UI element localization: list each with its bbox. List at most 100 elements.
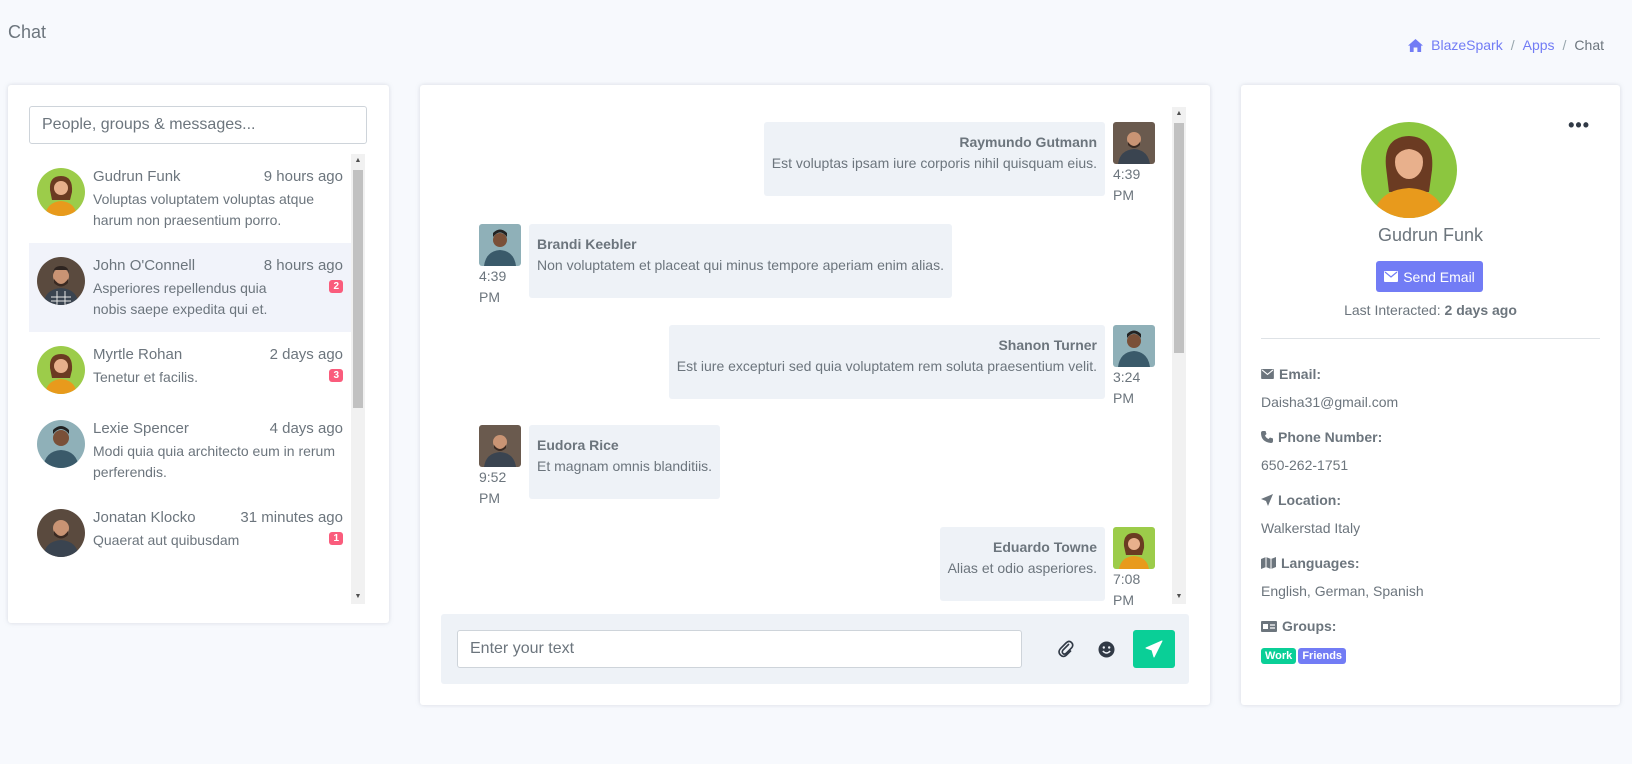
envelope-icon <box>1261 369 1274 379</box>
group-tag-friends[interactable]: Friends <box>1298 648 1347 664</box>
message-time: 9:52 <box>479 469 507 485</box>
contact-message: Modi quia quia architecto eum in rerum p… <box>93 443 336 480</box>
contact-item[interactable]: John O'Connell 8 hours ago Asperiores rep… <box>29 243 351 332</box>
send-icon <box>1145 640 1163 658</box>
contact-list-scrollbar[interactable]: ▲ ▼ <box>351 154 365 604</box>
languages-label: Languages: <box>1281 555 1360 571</box>
groups-tags: Work Friends <box>1261 646 1348 664</box>
contact-message: Tenetur et facilis. <box>93 369 199 385</box>
email-info: Email: Daisha31@gmail.com <box>1261 366 1398 410</box>
contact-name: John O'Connell <box>93 257 196 274</box>
contact-item[interactable]: Myrtle Rohan 2 days ago Tenetur et facili… <box>29 332 351 406</box>
message-author: Shanon Turner <box>998 337 1097 353</box>
conversation-panel: 4:39 PM Raymundo Gutmann Est voluptas ip… <box>420 85 1210 705</box>
scroll-up-arrow[interactable]: ▲ <box>351 154 365 168</box>
breadcrumb-current: Chat <box>1574 37 1604 53</box>
message-text: Et magnam omnis blanditiis. <box>537 458 713 474</box>
map-icon <box>1261 557 1276 569</box>
message-time: 7:08 <box>1113 571 1141 587</box>
contact-name: Gudrun Funk <box>93 168 181 185</box>
groups-info: Groups: Work Friends <box>1261 618 1348 664</box>
avatar <box>37 257 85 305</box>
contact-message: Quaerat aut quibusdam <box>93 532 240 548</box>
avatar <box>37 346 85 394</box>
message-bubble: Brandi Keebler Non voluptatem et placeat… <box>529 224 952 298</box>
message-item: 4:39 PM Raymundo Gutmann Est voluptas ip… <box>763 122 1155 206</box>
avatar <box>1113 325 1155 367</box>
send-button[interactable] <box>1133 630 1175 668</box>
contact-name: Jonatan Klocko <box>93 509 196 526</box>
phone-info: Phone Number: 650-262-1751 <box>1261 429 1382 473</box>
scroll-up-arrow[interactable]: ▲ <box>1172 107 1186 121</box>
message-ampm: PM <box>479 289 500 305</box>
scroll-thumb[interactable] <box>353 170 363 408</box>
home-icon <box>1408 38 1424 52</box>
phone-icon <box>1261 431 1273 443</box>
location-label: Location: <box>1278 492 1341 508</box>
contact-time: 9 hours ago <box>263 168 343 185</box>
avatar <box>37 509 85 557</box>
message-text: Est voluptas ipsam iure corporis nihil q… <box>771 155 1097 171</box>
message-text: Alias et odio asperiores. <box>947 560 1097 576</box>
send-email-button[interactable]: Send Email <box>1376 261 1483 292</box>
contact-message: Asperiores repellendus quia nobis saepe … <box>93 280 268 317</box>
unread-badge: 2 <box>329 280 343 293</box>
message-text: Non voluptatem et placeat qui minus temp… <box>537 257 944 273</box>
contact-time: 2 days ago <box>269 346 343 363</box>
languages-info: Languages: English, German, Spanish <box>1261 555 1424 599</box>
breadcrumb: BlazeSpark / Apps / Chat <box>1408 37 1604 53</box>
message-item: 7:08 PM Eduardo Towne Alias et odio aspe… <box>939 527 1155 611</box>
message-time: 3:24 <box>1113 369 1141 385</box>
message-ampm: PM <box>479 490 500 506</box>
message-author: Eduardo Towne <box>993 539 1097 555</box>
id-card-icon <box>1261 620 1277 632</box>
phone-value: 650-262-1751 <box>1261 457 1349 473</box>
group-tag-work[interactable]: Work <box>1261 648 1297 664</box>
message-item: 3:24 PM Shanon Turner Est iure excepturi… <box>668 325 1155 409</box>
contact-message: Voluptas voluptatem voluptas atque harum… <box>93 191 315 228</box>
scroll-down-arrow[interactable]: ▼ <box>351 590 365 604</box>
email-label: Email: <box>1279 366 1322 382</box>
profile-avatar <box>1361 122 1457 218</box>
message-input[interactable] <box>457 630 1022 668</box>
message-bubble: Eduardo Towne Alias et odio asperiores. <box>939 527 1105 601</box>
message-author: Raymundo Gutmann <box>959 134 1097 150</box>
more-icon[interactable]: ••• <box>1568 115 1590 136</box>
conversation-scrollbar[interactable]: ▲ ▼ <box>1172 107 1186 604</box>
paperclip-icon[interactable] <box>1051 634 1081 664</box>
message-ampm: PM <box>1113 187 1134 203</box>
email-value: Daisha31@gmail.com <box>1261 394 1399 410</box>
message-text: Est iure excepturi sed quia voluptatem r… <box>676 358 1097 374</box>
divider <box>1261 338 1600 339</box>
send-email-label: Send Email <box>1403 268 1475 285</box>
location-value: Walkerstad Italy <box>1261 520 1361 536</box>
search-input[interactable] <box>29 106 367 144</box>
contact-item[interactable]: Jonatan Klocko 31 minutes ago Quaerat aut… <box>29 495 351 569</box>
breadcrumb-home[interactable]: BlazeSpark <box>1431 37 1503 53</box>
breadcrumb-separator: / <box>1562 37 1567 53</box>
contacts-panel: Gudrun Funk 9 hours ago Voluptas voluptat… <box>8 85 389 623</box>
smile-icon[interactable] <box>1091 634 1121 664</box>
message-composer <box>441 614 1189 684</box>
message-ampm: PM <box>1113 592 1134 608</box>
message-item: 9:52 PM Eudora Rice Et magnam omnis blan… <box>479 425 721 509</box>
breadcrumb-apps[interactable]: Apps <box>1523 37 1555 53</box>
message-bubble: Eudora Rice Et magnam omnis blanditiis. <box>529 425 721 499</box>
groups-label: Groups: <box>1282 618 1337 634</box>
last-interacted-label: Last Interacted: <box>1344 302 1441 318</box>
message-author: Eudora Rice <box>537 437 619 453</box>
message-ampm: PM <box>1113 390 1134 406</box>
profile-name: Gudrun Funk <box>1377 225 1484 245</box>
scroll-down-arrow[interactable]: ▼ <box>1172 590 1186 604</box>
scroll-thumb[interactable] <box>1174 123 1184 353</box>
avatar <box>37 168 85 216</box>
message-item: 4:39 PM Brandi Keebler Non voluptatem et… <box>479 224 952 308</box>
envelope-icon <box>1384 271 1399 282</box>
unread-badge: 3 <box>329 369 343 382</box>
contact-name: Myrtle Rohan <box>93 346 183 363</box>
last-interacted-value: 2 days ago <box>1444 302 1517 318</box>
contact-item[interactable]: Gudrun Funk 9 hours ago Voluptas voluptat… <box>29 154 351 243</box>
contact-time: 8 hours ago <box>263 257 343 274</box>
contact-item[interactable]: Lexie Spencer 4 days ago Modi quia quia a… <box>29 406 351 495</box>
location-info: Location: Walkerstad Italy <box>1261 492 1360 536</box>
